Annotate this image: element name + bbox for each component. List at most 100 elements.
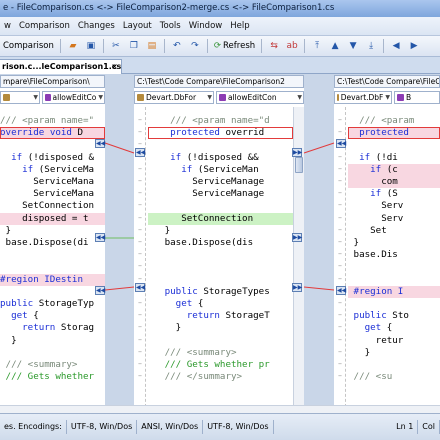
middle-type-value: Devart.DbFor [146,93,197,102]
right-type-combo[interactable]: Devart.DbF ▼ [334,91,392,104]
gutter-mark: – [138,212,142,222]
middle-combos: Devart.DbFor ▼ allowEditCon ▼ [134,91,304,104]
cut-icon[interactable]: ✂ [108,38,124,54]
gutter-mark: – [138,176,142,185]
gutter-mark: – [138,115,142,124]
gutter-mark: – [138,273,142,283]
tab-label: rison.c...leComparison1.cs [2,62,122,71]
merge-to-middle-button[interactable]: ◀◀ [95,233,105,242]
right-member-value: B [406,93,412,102]
code-line: Serv [348,200,404,212]
gutter-mark: – [338,237,342,246]
code-line: if (ServiceMan [181,163,259,175]
copy-icon[interactable]: ❐ [126,38,142,54]
code-line: /// <summary> [148,346,237,358]
connector-line [104,142,135,154]
menu-comparison[interactable]: Comparison [15,17,74,36]
gutter-mark: – [138,200,142,210]
code-line: retur [348,334,404,346]
merge-right-to-middle-button[interactable]: ◀◀ [336,286,346,295]
undo-icon[interactable]: ↶ [169,38,185,54]
gutter-mark: – [138,298,142,307]
merge-from-right-button[interactable]: ▶▶ [292,148,302,157]
paste-icon[interactable]: ▤ [144,38,160,54]
previous-change-icon[interactable]: ▲ [327,38,343,54]
gutter-mark: – [138,359,142,368]
gutter-mark: – [338,322,342,332]
code-compare-window: e - FileComparison.cs <-> FileComparison… [0,0,440,440]
gutter-mark: – [138,237,142,246]
class-icon [137,94,144,101]
code-line: /// <param [348,115,415,126]
merge-from-right-button[interactable]: ▶▶ [292,233,302,242]
right-file-path[interactable]: C:\Test\Code Compare\FileComparison\ [334,75,440,88]
merge-to-middle-button[interactable]: ◀◀ [95,139,105,148]
horizontal-scrollbar[interactable] [0,405,440,413]
left-pane: mpare\FileComparison\ ▼ allowEditCo ▼ //… [0,75,105,412]
merge-from-left-button[interactable]: ◀◀ [135,148,145,157]
last-change-icon[interactable]: ⤓ [363,38,379,54]
right-member-combo[interactable]: B [394,91,440,104]
merge-left-icon[interactable]: ◀ [388,38,404,54]
gutter-mark: – [338,298,342,307]
next-change-icon[interactable]: ▼ [345,38,361,54]
code-line: get { [364,322,393,334]
right-code-view[interactable]: /// <param protected if (!di if (c com i… [348,107,440,412]
right-type-value: Devart.DbF [340,93,384,102]
comparison-button[interactable]: Comparison [0,41,57,51]
ignore-case-icon[interactable]: ab [284,38,300,54]
code-line: } [348,237,360,248]
gutter-mark: – [338,371,342,381]
left-file-path[interactable]: mpare\FileComparison\ [0,75,105,88]
middle-member-value: allowEditCon [228,93,277,102]
scrollbar-thumb[interactable] [295,157,303,173]
status-encoding-left[interactable]: UTF-8, Win/Dos [67,420,138,434]
code-line: protected overrid [148,127,293,140]
left-member-combo[interactable]: allowEditCo ▼ [42,91,105,104]
first-change-icon[interactable]: ⤒ [309,38,325,54]
menu-window[interactable]: Window [185,17,227,36]
merge-to-middle-button[interactable]: ◀◀ [95,286,105,295]
code-line: if (c [348,163,440,176]
code-line: /// <param name="d [148,115,270,126]
compare-icon[interactable]: ⇆ [266,38,282,54]
status-column-number: Col [418,420,440,434]
merge-from-left-button[interactable]: ◀◀ [135,283,145,292]
status-encoding-middle[interactable]: ANSI, Win/Dos [137,420,204,434]
close-icon[interactable]: × [111,60,118,74]
left-code-view[interactable]: /// <param name=" override void D if (!di… [0,107,105,412]
refresh-button[interactable]: ⟳ Refresh [211,41,258,51]
gutter-mark: – [138,163,142,173]
middle-code-view[interactable]: /// <param name="d protected overrid if … [148,107,293,412]
merge-from-right-button[interactable]: ▶▶ [292,283,302,292]
menu-changes[interactable]: Changes [74,17,119,36]
menu-view[interactable]: w [0,17,15,36]
menu-help[interactable]: Help [226,17,253,36]
left-type-combo[interactable]: ▼ [0,91,40,104]
gutter-mark: – [138,371,142,381]
middle-file-path[interactable]: C:\Test\Code Compare\FileComparison2 [134,75,304,88]
chevron-down-icon: ▼ [33,94,38,101]
code-line: protected [348,127,440,140]
middle-member-combo[interactable]: allowEditCon ▼ [216,91,304,104]
merge-right-icon[interactable]: ▶ [406,38,422,54]
toolbar: Comparison ▰ ▣ ✂ ❐ ▤ ↶ ↷ ⟳ Refresh ⇆ ab … [0,36,440,57]
right-pane: C:\Test\Code Compare\FileComparison\ Dev… [334,75,440,412]
merge-right-to-middle-button[interactable]: ◀◀ [336,139,346,148]
connector-line [303,142,335,154]
menu-layout[interactable]: Layout [119,17,156,36]
middle-type-combo[interactable]: Devart.DbFor ▼ [134,91,214,104]
redo-icon[interactable]: ↷ [187,38,203,54]
menu-tools[interactable]: Tools [156,17,185,36]
status-encoding-right[interactable]: UTF-8, Win/Dos [203,420,274,434]
gutter-mark: – [338,224,342,234]
save-icon[interactable]: ▣ [83,38,99,54]
tab-file-comparison[interactable]: rison.c...leComparison1.cs × [0,59,122,74]
member-icon [397,94,404,101]
window-title: e - FileComparison.cs <-> FileComparison… [0,0,440,17]
chevron-down-icon: ▼ [207,94,212,101]
folder-icon[interactable]: ▰ [65,38,81,54]
